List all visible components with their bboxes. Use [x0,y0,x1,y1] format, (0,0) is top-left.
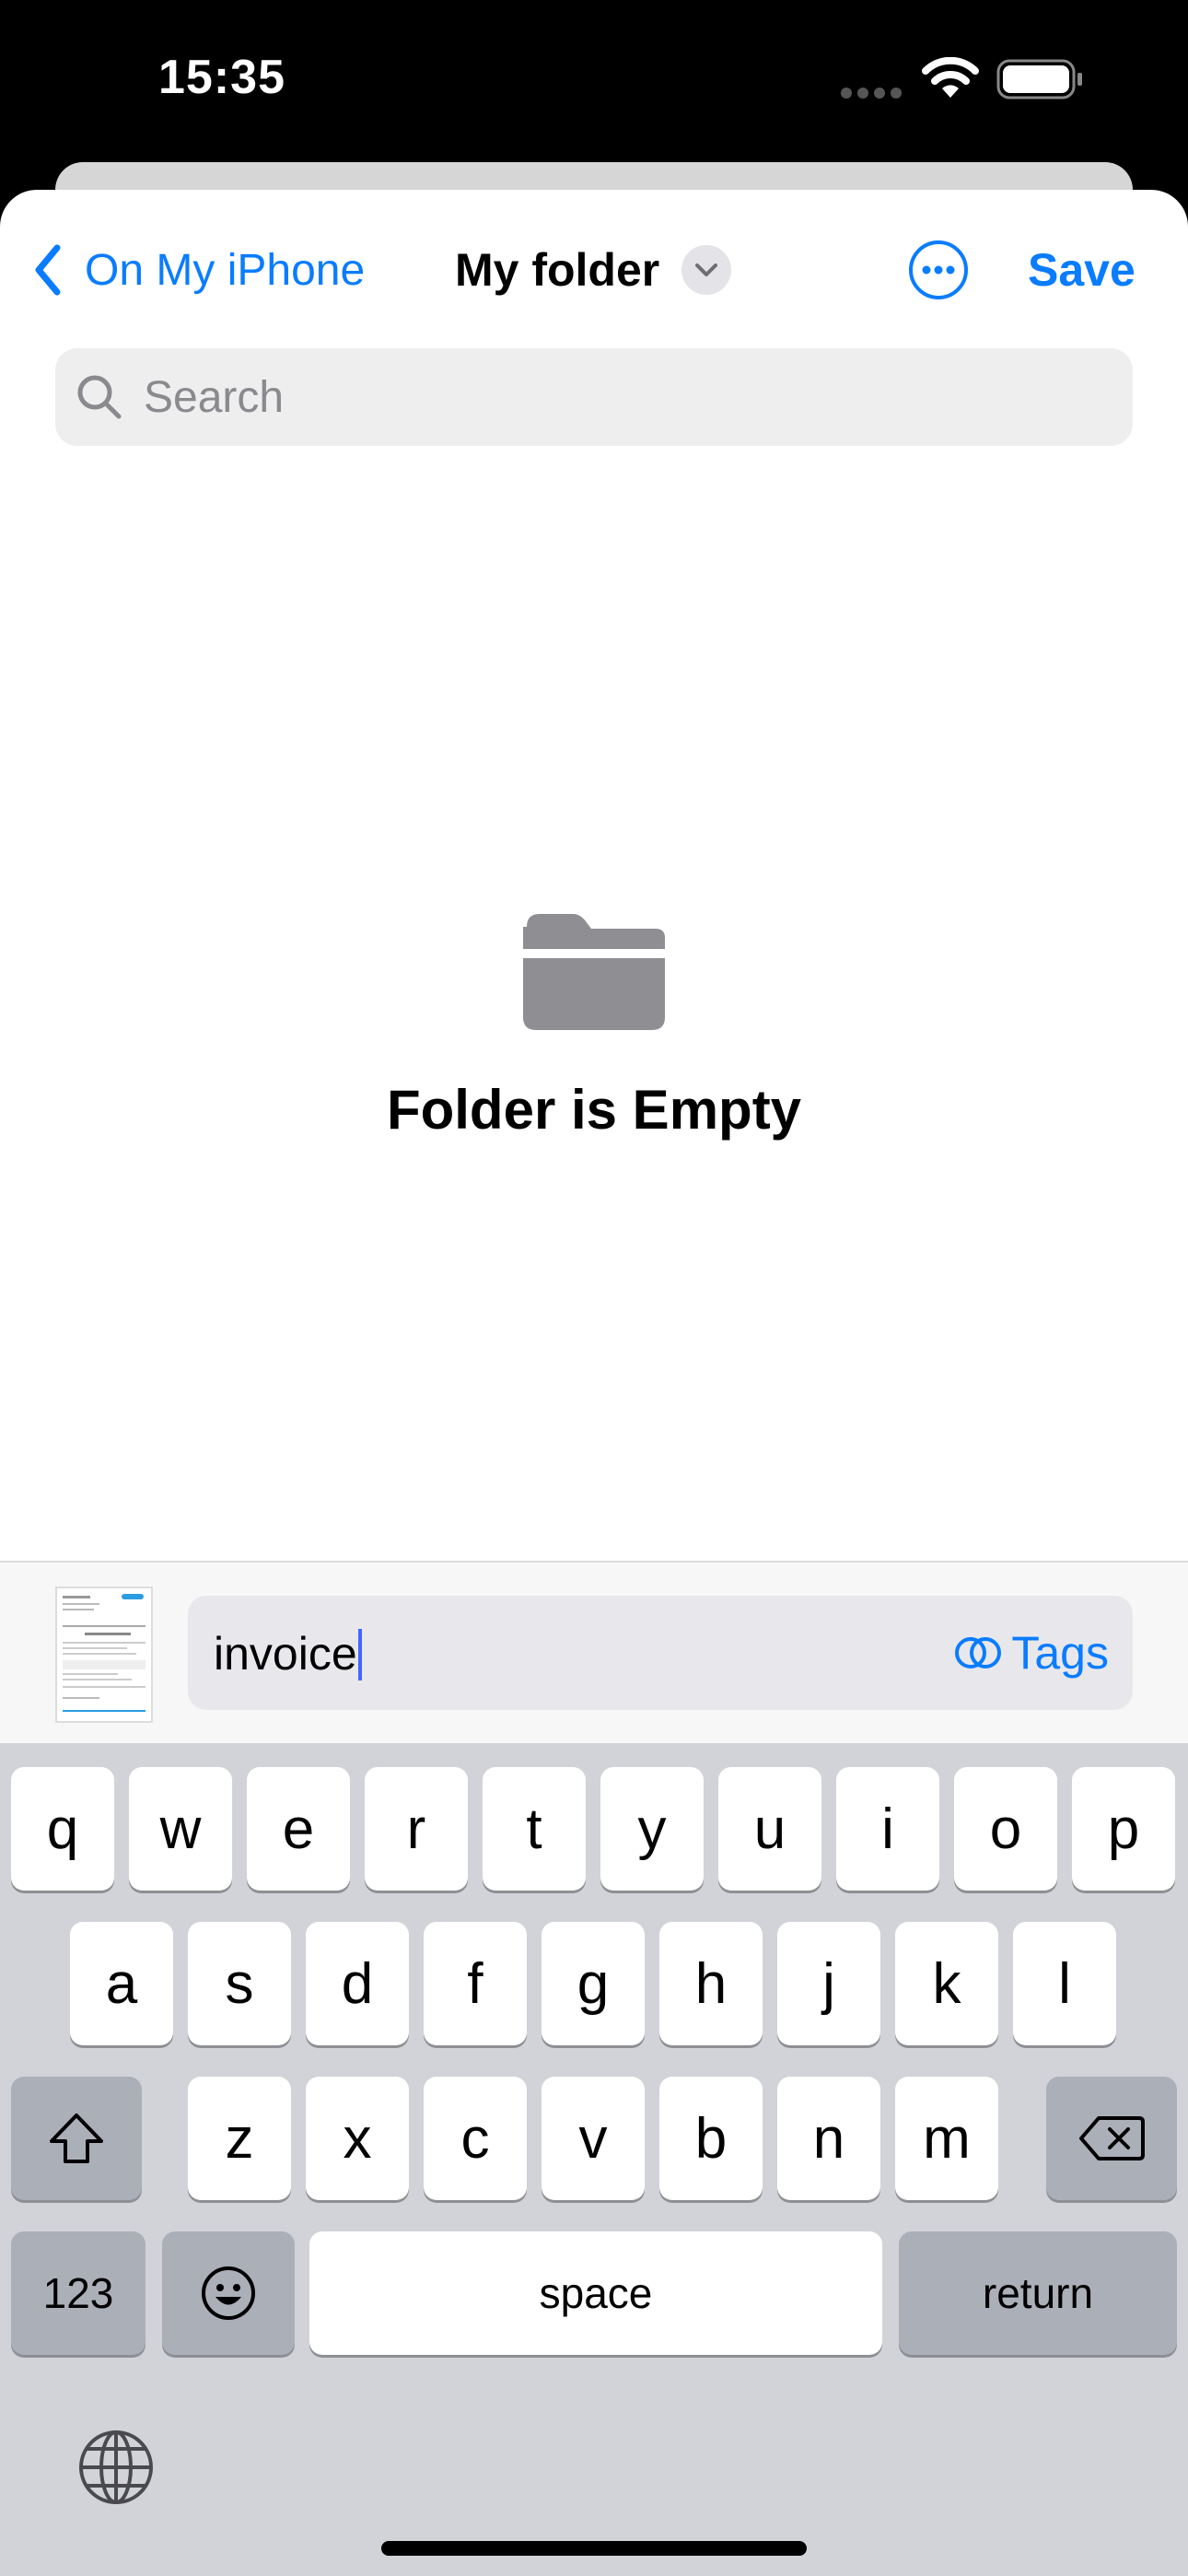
key-w[interactable]: w [129,1767,232,1891]
file-name-value: invoice [214,1628,357,1680]
key-y[interactable]: y [600,1767,704,1891]
key-z[interactable]: z [188,2077,291,2200]
file-name-input[interactable]: invoice [214,1627,362,1680]
chevron-left-icon [35,244,61,296]
emoji-icon [202,2266,255,2320]
shift-key[interactable] [11,2077,142,2200]
space-key[interactable]: space [309,2231,882,2355]
key-r[interactable]: r [365,1767,468,1891]
key-x[interactable]: x [306,2077,409,2200]
key-o[interactable]: o [954,1767,1057,1891]
key-l[interactable]: l [1013,1922,1116,2045]
save-button[interactable]: Save [1028,238,1136,302]
key-m[interactable]: m [895,2077,998,2200]
key-s[interactable]: s [188,1922,291,2045]
folder-icon [523,914,665,1030]
navigation-bar: On My iPhone My folder Save [0,190,1188,346]
home-indicator [381,2541,807,2556]
emoji-key[interactable] [162,2231,295,2355]
document-thumbnail [55,1587,153,1723]
back-button[interactable]: On My iPhone [33,238,365,302]
key-k[interactable]: k [895,1922,998,2045]
return-key[interactable]: return [899,2231,1177,2355]
key-j[interactable]: j [777,1922,880,2045]
chevron-down-icon [695,263,717,276]
more-options-icon[interactable] [908,240,969,300]
status-bar: 15:35 [0,0,1188,166]
document-preview-icon [63,1594,146,1712]
file-name-bar: invoice Tags [0,1561,1188,1743]
cellular-signal-icon [841,88,902,99]
keyboard: q w e r t y u i o p a s d f g h j k l z … [0,1743,1188,2576]
file-name-field[interactable]: invoice Tags [188,1596,1133,1710]
battery-icon [996,59,1082,100]
key-t[interactable]: t [483,1767,586,1891]
text-caret [357,1628,362,1680]
key-p[interactable]: p [1072,1767,1175,1891]
key-h[interactable]: h [659,1922,763,2045]
delete-key[interactable] [1046,2077,1177,2200]
backspace-icon [1079,2116,1145,2160]
empty-folder-message: Folder is Empty [386,1079,802,1141]
folder-menu-button[interactable] [681,245,731,295]
globe-icon[interactable] [77,2429,155,2506]
key-d[interactable]: d [306,1922,409,2045]
key-n[interactable]: n [777,2077,880,2200]
folder-title[interactable]: My folder [455,238,659,302]
numbers-key[interactable]: 123 [11,2231,146,2355]
key-f[interactable]: f [424,1922,527,2045]
back-button-label: On My iPhone [85,245,366,295]
search-input[interactable] [144,371,1065,423]
shift-icon [50,2113,103,2163]
status-time: 15:35 [158,51,285,104]
wifi-icon [922,57,979,98]
key-e[interactable]: e [247,1767,350,1891]
key-q[interactable]: q [11,1767,114,1891]
search-icon [77,375,122,419]
key-v[interactable]: v [542,2077,645,2200]
tags-button[interactable]: Tags [954,1623,1109,1682]
tags-icon [955,1637,1002,1669]
key-c[interactable]: c [424,2077,527,2200]
key-g[interactable]: g [542,1922,645,2045]
search-bar[interactable] [55,348,1133,446]
tags-label: Tags [1011,1627,1109,1679]
key-i[interactable]: i [836,1767,939,1891]
key-a[interactable]: a [70,1922,173,2045]
key-b[interactable]: b [659,2077,763,2200]
key-u[interactable]: u [718,1767,821,1891]
